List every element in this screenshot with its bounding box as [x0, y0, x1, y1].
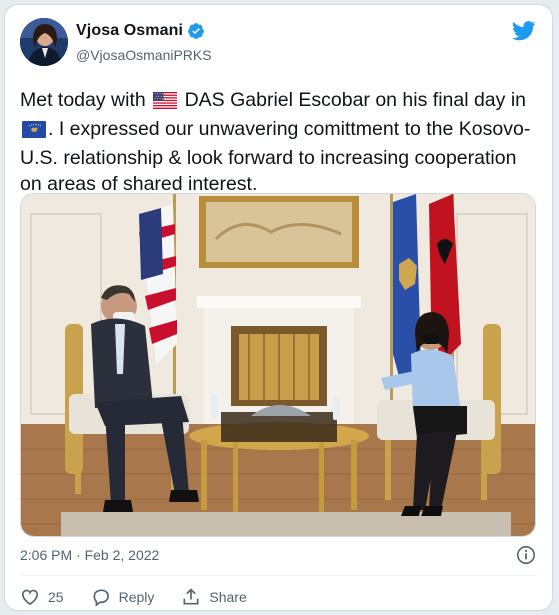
- divider: [20, 575, 537, 576]
- author-name-row: Vjosa Osmani: [76, 22, 205, 40]
- tweet-photo[interactable]: [20, 193, 536, 537]
- reply-icon: [93, 589, 109, 607]
- share-label: Share: [209, 589, 247, 605]
- us-flag-emoji-icon: [153, 90, 178, 116]
- info-icon[interactable]: [516, 545, 536, 565]
- verified-badge-icon: [187, 22, 205, 40]
- like-button[interactable]: 25: [20, 587, 64, 607]
- author-handle[interactable]: @VjosaOsmaniPRKS: [76, 47, 212, 63]
- like-count: 25: [48, 589, 64, 605]
- tweet-text-part: . I expressed our unwavering comittment …: [20, 118, 531, 195]
- share-button[interactable]: Share: [181, 587, 247, 607]
- heart-icon: [22, 589, 38, 606]
- reply-button[interactable]: Reply: [91, 587, 155, 607]
- tweet-text: Met today with DAS Gabriel Escobar on hi…: [20, 87, 540, 197]
- kosovo-flag-emoji-icon: [22, 119, 46, 145]
- twitter-bird-icon[interactable]: [511, 21, 536, 41]
- tweet-card: Vjosa Osmani @VjosaOsmaniPRKS Met today …: [4, 4, 553, 611]
- tweet-text-part: Met today with: [20, 89, 146, 111]
- tweet-text-part: DAS Gabriel Escobar on his final day in: [184, 89, 526, 111]
- author-avatar[interactable]: [20, 18, 68, 66]
- author-display-name[interactable]: Vjosa Osmani: [76, 22, 183, 40]
- tweet-timestamp[interactable]: 2:06 PM · Feb 2, 2022: [20, 547, 159, 563]
- reply-label: Reply: [118, 589, 155, 605]
- tweet-actions: 25 Reply Share: [20, 587, 274, 607]
- share-icon: [183, 588, 199, 605]
